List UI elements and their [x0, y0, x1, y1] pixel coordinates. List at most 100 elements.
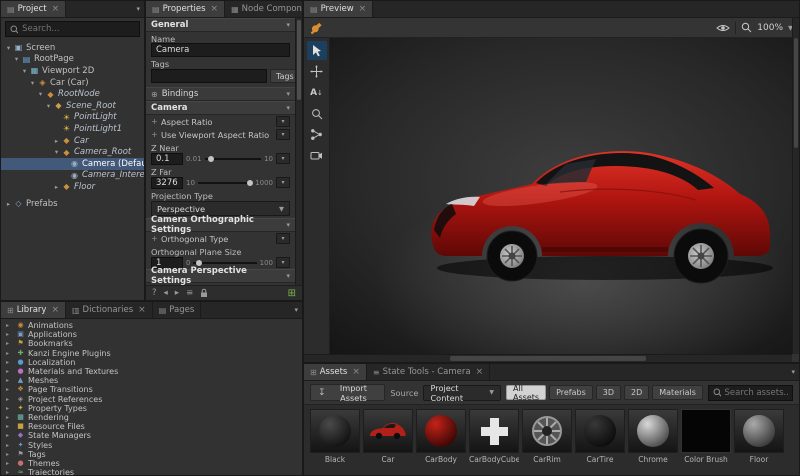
- expander-icon[interactable]: ▸: [6, 358, 13, 367]
- asset-thumbnail[interactable]: [628, 409, 678, 453]
- close-icon[interactable]: ×: [476, 367, 484, 377]
- section-general[interactable]: General ▾: [146, 18, 295, 32]
- binding-editor-icon[interactable]: ▾: [276, 129, 290, 140]
- close-icon[interactable]: ×: [211, 4, 219, 14]
- preview-horizontal-scrollbar[interactable]: [304, 354, 792, 362]
- project-search-box[interactable]: [5, 21, 140, 37]
- import-assets-button[interactable]: ↧ Import Assets: [310, 383, 386, 403]
- asset-carbodycubema[interactable]: CarBodyCubema...: [469, 409, 519, 464]
- expander-icon[interactable]: ▸: [6, 459, 13, 468]
- tags-input[interactable]: [151, 69, 267, 83]
- property-use-viewport-aspect[interactable]: + Use Viewport Aspect Ratio ▾: [146, 128, 295, 141]
- library-item-rendering[interactable]: ▸ ▦ Rendering: [1, 413, 302, 422]
- asset-thumbnail[interactable]: [575, 409, 625, 453]
- camera-tool-button[interactable]: [307, 146, 327, 165]
- expander-icon[interactable]: ▸: [6, 367, 13, 376]
- binding-editor-icon[interactable]: ▾: [276, 233, 290, 244]
- property-aspect-ratio[interactable]: + Aspect Ratio ▾: [146, 115, 295, 128]
- tools-wrench-icon[interactable]: [310, 21, 323, 34]
- node-connections-tool-button[interactable]: [307, 125, 327, 144]
- library-item-state-managers[interactable]: ▸ ◆ State Managers: [1, 431, 302, 440]
- library-item-materials-and-textures[interactable]: ▸ ● Materials and Textures: [1, 367, 302, 376]
- library-item-tags[interactable]: ▸ ⚑ Tags: [1, 450, 302, 459]
- asset-carbody[interactable]: CarBody: [416, 409, 466, 464]
- scrollbar-thumb[interactable]: [794, 38, 798, 148]
- filter-prefabs[interactable]: Prefabs: [549, 385, 593, 400]
- tree-item-rootpage[interactable]: ▾ ▤ RootPage: [1, 54, 144, 66]
- binding-editor-icon[interactable]: ▾: [276, 116, 290, 127]
- expander-icon[interactable]: ▸: [6, 385, 13, 394]
- z-near-slider[interactable]: [204, 155, 262, 162]
- expander-icon[interactable]: ▸: [6, 441, 13, 450]
- expander-icon[interactable]: ▸: [6, 468, 13, 475]
- panel-menu-caret[interactable]: ▾: [290, 302, 302, 318]
- source-select[interactable]: Project Content ▼: [423, 383, 502, 403]
- section-camera[interactable]: Camera ▾: [146, 101, 295, 115]
- z-far-slider[interactable]: [197, 179, 253, 186]
- library-item-styles[interactable]: ▸ ✦ Styles: [1, 440, 302, 450]
- library-item-page-transitions[interactable]: ▸ ❖ Page Transitions: [1, 385, 302, 394]
- tab-pages[interactable]: ▤ Pages: [153, 302, 202, 318]
- tree-item-floor[interactable]: ▸ ◆ Floor: [1, 181, 144, 193]
- grid-view-icon[interactable]: ⊞: [288, 288, 296, 299]
- expander-icon[interactable]: ▸: [6, 395, 13, 404]
- next-icon[interactable]: ▸: [175, 288, 179, 298]
- expand-plus-icon[interactable]: +: [151, 117, 158, 126]
- tree-item-prefabs[interactable]: ▸ ◇ Prefabs: [1, 198, 144, 210]
- close-icon[interactable]: ×: [138, 305, 146, 315]
- tree-item-pointlight[interactable]: ☀ PointLight: [1, 112, 144, 124]
- assets-search-input[interactable]: [724, 387, 788, 398]
- tree-item-camera-default[interactable]: ◉ Camera (Default): [1, 157, 144, 170]
- expander-icon[interactable]: ▸: [6, 339, 13, 348]
- tab-state-tools[interactable]: ≡ State Tools - Camera ×: [367, 364, 491, 380]
- ortho-plane-slider[interactable]: [193, 259, 257, 266]
- tab-dictionaries[interactable]: ▥ Dictionaries ×: [66, 302, 153, 318]
- expander-icon[interactable]: ▸: [6, 330, 13, 339]
- asset-thumbnail[interactable]: [522, 409, 572, 453]
- close-icon[interactable]: ×: [52, 4, 60, 14]
- library-item-localization[interactable]: ▸ ● Localization: [1, 358, 302, 367]
- preview-viewport[interactable]: [330, 38, 792, 354]
- asset-carrim[interactable]: CarRim: [522, 409, 572, 464]
- text-tool-button[interactable]: A↓: [307, 83, 327, 102]
- section-camera-perspective[interactable]: Camera Perspective Settings ▾: [146, 266, 295, 286]
- name-input[interactable]: [151, 43, 290, 57]
- library-item-resource-files[interactable]: ▸ ■ Resource Files: [1, 422, 302, 431]
- expander-icon[interactable]: ▾: [36, 90, 45, 98]
- expander-icon[interactable]: ▾: [52, 148, 61, 156]
- tree-item-camera-interest[interactable]: ◉ Camera_Interest: [1, 170, 144, 182]
- close-icon[interactable]: ×: [352, 367, 360, 377]
- eye-icon[interactable]: [716, 23, 731, 33]
- asset-black[interactable]: Black: [310, 409, 360, 464]
- expander-icon[interactable]: ▸: [6, 431, 13, 440]
- z-near-input[interactable]: [151, 152, 183, 165]
- expander-icon[interactable]: ▸: [52, 183, 61, 191]
- bindings-section[interactable]: ⊕ Bindings ▾: [146, 87, 295, 101]
- panel-menu-caret[interactable]: ▾: [132, 1, 144, 17]
- asset-cartire[interactable]: CarTire: [575, 409, 625, 464]
- asset-thumbnail[interactable]: [416, 409, 466, 453]
- preview-vertical-scrollbar[interactable]: [792, 18, 799, 354]
- asset-car[interactable]: Car: [363, 409, 413, 464]
- help-icon[interactable]: ?: [152, 288, 157, 298]
- close-icon[interactable]: ×: [51, 305, 59, 315]
- tree-item-camera-root[interactable]: ▾ ◆ Camera_Root: [1, 146, 144, 158]
- asset-chrome[interactable]: Chrome: [628, 409, 678, 464]
- asset-thumbnail[interactable]: [734, 409, 784, 453]
- tree-item-scene-root[interactable]: ▾ ◆ Scene_Root: [1, 100, 144, 112]
- expander-icon[interactable]: ▸: [6, 450, 13, 459]
- expander-icon[interactable]: ▾: [4, 44, 13, 52]
- lock-icon[interactable]: [200, 288, 208, 298]
- tab-library[interactable]: ⊞ Library ×: [1, 302, 66, 318]
- select-tool-button[interactable]: [306, 41, 327, 60]
- zoom-tool-button[interactable]: [307, 104, 327, 123]
- prev-icon[interactable]: ◂: [164, 288, 168, 298]
- library-item-meshes[interactable]: ▸ ▲ Meshes: [1, 376, 302, 385]
- asset-thumbnail[interactable]: [310, 409, 360, 453]
- zoom-level[interactable]: 100%: [757, 23, 783, 33]
- pan-tool-button[interactable]: [307, 62, 327, 81]
- asset-thumbnail[interactable]: [469, 409, 519, 453]
- tab-project[interactable]: ▤ Project ×: [1, 1, 67, 17]
- library-item-kanzi-engine-plugins[interactable]: ▸ ✚ Kanzi Engine Plugins: [1, 349, 302, 358]
- tree-item-pointlight1[interactable]: ☀ PointLight1: [1, 123, 144, 135]
